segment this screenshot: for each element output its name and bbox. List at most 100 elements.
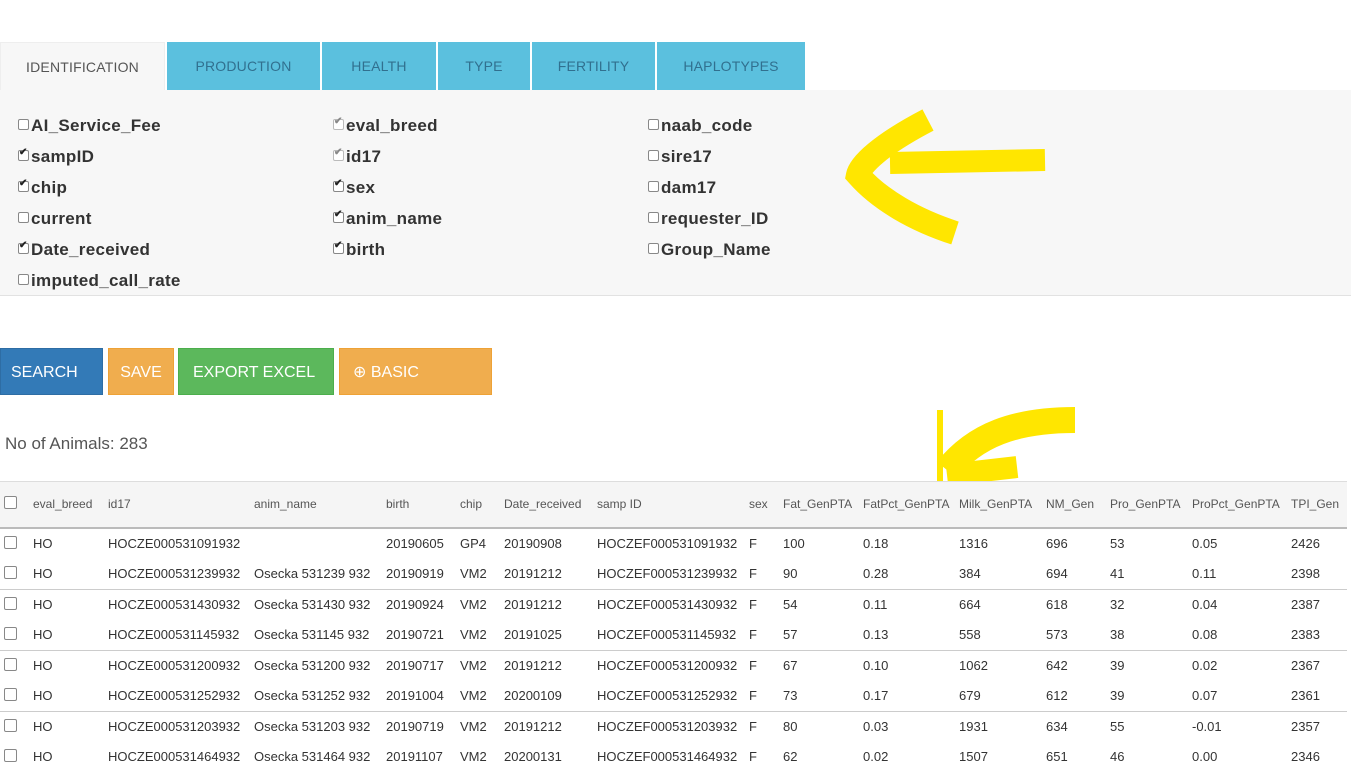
row-checkbox[interactable] [4,535,17,549]
column-header[interactable]: anim_name [250,482,382,528]
field-checkbox[interactable] [333,178,344,192]
table-cell: 41 [1110,566,1125,581]
table-cell: 54 [783,597,798,612]
save-button[interactable]: SAVE [108,348,174,395]
table-row[interactable]: HO HOCZE000531200932 Osecka 531200 932 2019… [0,650,1347,681]
row-checkbox[interactable] [4,596,17,610]
field-checkbox[interactable] [18,147,29,161]
field-label: eval_breed [346,116,438,135]
field-checkbox[interactable] [648,118,659,130]
field-label: requester_ID [661,209,769,228]
table-cell: 618 [1046,597,1068,612]
field-checkbox[interactable] [648,149,659,161]
table-cell: 20191212 [504,719,562,734]
field-checkbox[interactable] [333,209,344,223]
field-label: chip [31,178,68,197]
table-row[interactable]: HO HOCZE000531464932 Osecka 531464 932 2019… [0,742,1347,772]
table-row[interactable]: HO HOCZE000531252932 Osecka 531252 932 2019… [0,681,1347,712]
field-option[interactable]: imputed_call_rate [18,271,181,291]
field-option[interactable]: id17 [333,147,381,167]
row-checkbox[interactable] [4,687,17,701]
field-option[interactable]: sire17 [648,147,712,167]
field-checkbox[interactable] [18,211,29,223]
column-header[interactable]: NM_Gen [1042,482,1106,528]
field-option[interactable]: requester_ID [648,209,769,229]
field-checkbox[interactable] [648,180,659,192]
row-checkbox[interactable] [4,748,17,762]
row-checkbox[interactable] [4,565,17,579]
field-option[interactable]: naab_code [648,116,753,136]
column-header[interactable]: Fat_GenPTA [779,482,859,528]
row-checkbox[interactable] [4,626,17,640]
column-header[interactable]: Date_received [500,482,593,528]
field-option[interactable]: sex [333,178,375,198]
field-option[interactable]: AI_Service_Fee [18,116,161,136]
field-label: birth [346,240,386,259]
table-row[interactable]: HO HOCZE000531430932 Osecka 531430 932 2019… [0,589,1347,620]
tab-health[interactable]: HEALTH [322,42,436,90]
field-option[interactable]: Date_received [18,240,150,260]
tab-production[interactable]: PRODUCTION [167,42,320,90]
table-cell: 0.10 [863,658,889,673]
export-excel-button[interactable]: EXPORT EXCEL ⭳ [178,348,334,428]
table-row[interactable]: HO HOCZE000531091932 20190605 GP4 20190908 HO… [0,528,1347,559]
zoom-icon: ⊕ [353,364,367,381]
table-cell: 39 [1110,658,1125,673]
table-cell: 0.18 [863,536,889,551]
table-cell: 32 [1110,597,1125,612]
table-cell: 694 [1046,566,1068,581]
table-cell: 0.05 [1192,536,1218,551]
tab-identification[interactable]: IDENTIFICATION [0,42,165,90]
row-select-cell [0,711,29,742]
table-cell: 20190908 [504,536,562,551]
table-cell: HO [33,597,53,612]
field-checkbox[interactable] [18,273,29,285]
column-header[interactable]: ProPct_GenPTA [1188,482,1287,528]
basic-search-button[interactable]: ⊕ BASIC SEARCH [339,348,492,428]
field-option[interactable]: dam17 [648,178,716,198]
column-header[interactable]: birth [382,482,456,528]
table-cell: 20191212 [504,566,562,581]
column-header[interactable]: chip [456,482,500,528]
column-header[interactable]: sex [745,482,779,528]
field-checkbox[interactable] [18,118,29,130]
row-checkbox[interactable] [4,718,17,732]
table-cell: 1507 [959,749,988,764]
row-checkbox[interactable] [4,657,17,671]
field-checkbox[interactable] [648,242,659,254]
table-cell: F [749,566,757,581]
tab-type[interactable]: TYPE [438,42,530,90]
select-all-checkbox[interactable] [0,482,29,528]
field-checkbox[interactable] [648,211,659,223]
table-row[interactable]: HO HOCZE000531203932 Osecka 531203 932 2019… [0,711,1347,742]
table-cell: 20191107 [386,749,443,764]
table-cell: HOCZEF000531430932 [597,597,738,612]
row-select-cell [0,528,29,559]
tab-fertility[interactable]: FERTILITY [532,42,655,90]
column-header[interactable]: eval_breed [29,482,104,528]
field-checkbox[interactable] [18,240,29,254]
field-option[interactable]: chip [18,178,67,198]
tab-haplotypes[interactable]: HAPLOTYPES [657,42,805,90]
field-option[interactable]: anim_name [333,209,442,229]
column-header[interactable]: id17 [104,482,250,528]
table-cell: 20190919 [386,566,444,581]
table-row[interactable]: HO HOCZE000531145932 Osecka 531145 932 2019… [0,620,1347,651]
table-row[interactable]: HO HOCZE000531239932 Osecka 531239 932 2019… [0,559,1347,590]
field-option[interactable]: birth [333,240,385,260]
field-checkbox[interactable] [333,240,344,254]
field-option[interactable]: current [18,209,92,229]
field-label: Date_received [31,240,151,259]
column-header[interactable]: Milk_GenPTA [955,482,1042,528]
field-option[interactable]: Group_Name [648,240,771,260]
table-cell: VM2 [460,597,487,612]
column-header[interactable]: TPI_Gen [1287,482,1347,528]
column-header[interactable]: Pro_GenPTA [1106,482,1188,528]
column-header[interactable]: FatPct_GenPTA [859,482,955,528]
field-checkbox[interactable] [18,178,29,192]
field-option[interactable]: eval_breed [333,116,438,136]
field-option[interactable]: sampID [18,147,94,167]
search-button[interactable]: SEARCH 🔍︎ [0,348,103,428]
table-cell: 558 [959,627,981,642]
column-header[interactable]: samp ID [593,482,745,528]
